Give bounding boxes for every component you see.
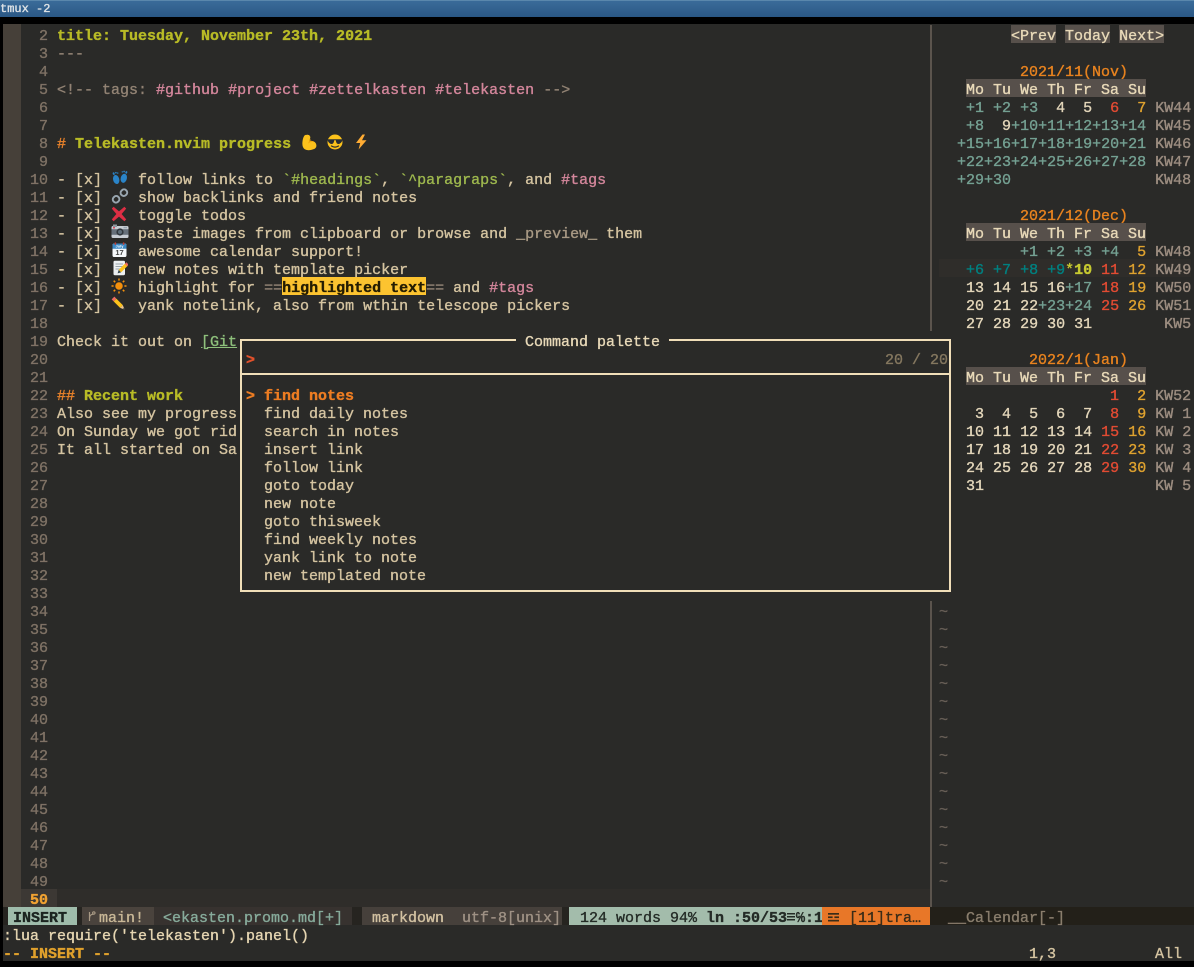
svg-text:17: 17 <box>115 248 123 257</box>
